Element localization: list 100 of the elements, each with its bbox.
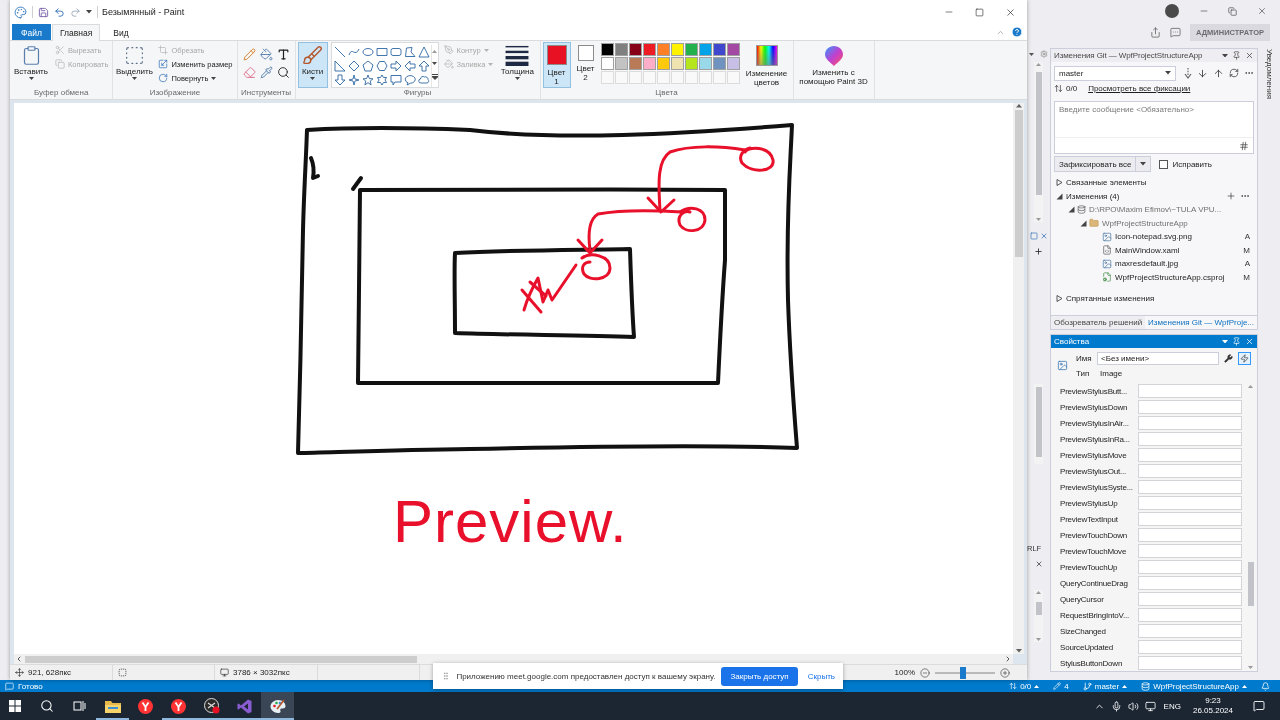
caret-icon[interactable] [1222,53,1228,58]
tree-item-label[interactable]: Icon-notepad.svg.png [1115,232,1192,242]
file-menu-tab[interactable]: Файл [12,24,51,40]
line-thickness-button[interactable]: Толщина [498,42,537,88]
color-swatch[interactable] [670,43,684,56]
scroll-up-icon[interactable] [1036,63,1041,66]
settings-icon[interactable] [1040,50,1048,58]
color-swatch[interactable] [614,43,628,56]
up-arrow-icon[interactable] [1213,67,1224,79]
caret-icon[interactable] [310,77,315,80]
color-swatch[interactable] [642,43,656,56]
up-arrow-shape-icon[interactable] [418,59,430,72]
tree-item-label[interactable]: D:\RPO\Maxim Efimov\~TULA VPU... [1089,205,1222,215]
notifications-tab[interactable]: Уведомления [1264,49,1274,100]
caret-icon[interactable] [1222,339,1228,344]
event-handler-field[interactable] [1138,528,1242,542]
color-swatch[interactable] [684,43,698,56]
hexagon-shape-icon[interactable] [376,59,388,72]
event-handler-field[interactable] [1138,464,1242,478]
color-swatch[interactable] [614,57,628,70]
clock-time[interactable]: 9:23 [1205,696,1221,706]
search-icon[interactable] [39,699,54,713]
task-view-icon[interactable] [73,700,86,712]
scroll-up-icon[interactable] [1036,591,1041,594]
microphone-icon[interactable] [1110,700,1122,712]
commit-all-button[interactable]: Зафиксировать все [1054,156,1152,172]
event-handler-field[interactable] [1138,656,1242,670]
grip-icon[interactable] [441,671,451,681]
expand-gallery-icon[interactable] [431,74,438,81]
left-arrow-shape-icon[interactable] [404,59,416,72]
hash-icon[interactable] [1239,140,1249,151]
commit-count[interactable]: 0/0 [1020,681,1032,691]
color-swatch[interactable] [670,57,684,70]
clock-date[interactable]: 26.05.2024 [1192,706,1233,716]
down-arrow-shape-icon[interactable] [334,73,346,86]
branch-name[interactable]: master [1094,681,1120,691]
tree-item-label[interactable]: MainWindow.xaml [1115,245,1180,255]
eraser-icon[interactable] [242,66,256,79]
tree-item-label[interactable]: Изменения (4) [1066,191,1120,201]
branch-icon[interactable] [1082,681,1092,691]
rectangle-shape-icon[interactable] [376,45,388,58]
bell-icon[interactable] [1261,681,1270,691]
repository-name[interactable]: WpfProjectStructureApp [1153,681,1239,691]
color-swatch[interactable] [712,43,726,56]
pin-icon[interactable] [1232,337,1241,346]
caret-up-icon[interactable] [1034,684,1040,688]
event-handler-field[interactable] [1138,624,1242,638]
scroll-down-icon[interactable] [432,62,437,65]
taskbar-app-button[interactable] [261,692,294,720]
panel-tab[interactable]: Обозреватель решений [1051,316,1146,329]
zoom-out-icon[interactable] [920,667,930,678]
amend-label[interactable]: Исправить [1172,159,1212,169]
right-arrow-shape-icon[interactable] [390,59,402,72]
save-icon[interactable] [38,6,49,18]
caret-icon[interactable] [131,77,137,80]
oval-shape-icon[interactable] [362,45,374,58]
windows-start-icon[interactable] [9,700,21,712]
language-indicator[interactable]: ENG [1163,701,1181,711]
restore-icon[interactable] [1228,6,1237,16]
panel-tab[interactable]: Изменения Git — WpfProje... [1145,316,1258,329]
five-point-star-shape-icon[interactable] [362,73,374,86]
undo-icon[interactable] [54,6,65,18]
oval-callout-shape-icon[interactable] [404,73,416,86]
zoom-slider-thumb[interactable] [960,666,967,679]
tree-expander-icon[interactable] [1056,295,1063,303]
event-handler-field[interactable] [1138,416,1242,430]
scroll-thumb[interactable] [1035,387,1042,457]
maximize-icon[interactable] [975,7,984,17]
rounded-rectangle-shape-icon[interactable] [390,45,402,58]
color-swatch[interactable] [726,57,740,70]
select-button[interactable]: Выделить [115,42,154,88]
scroll-thumb[interactable] [1247,562,1254,606]
event-handler-field[interactable] [1138,592,1242,606]
caret-icon[interactable] [1029,52,1034,56]
event-handler-field[interactable] [1138,480,1242,494]
name-field[interactable]: <Без имени> [1097,352,1219,365]
speaker-icon[interactable] [1127,700,1139,712]
refresh-icon[interactable] [1229,68,1239,78]
scroll-thumb[interactable] [25,655,417,663]
square-icon[interactable] [1029,232,1038,240]
close-icon[interactable] [1256,6,1267,16]
event-handler-field[interactable] [1138,560,1242,574]
pencil-icon[interactable] [242,48,256,61]
tree-item-label[interactable]: Связанные элементы [1066,178,1147,188]
six-point-star-shape-icon[interactable] [376,73,388,86]
color-swatch[interactable] [712,57,726,70]
diamond-shape-icon[interactable] [348,59,360,72]
event-handler-field[interactable] [1138,384,1242,398]
close-icon[interactable] [1005,6,1016,18]
event-handler-field[interactable] [1138,640,1242,654]
customize-caret-icon[interactable] [86,10,92,14]
color-swatch[interactable] [600,57,614,70]
branch-dropdown[interactable]: master [1054,65,1176,81]
commit-message-box[interactable]: Введите сообщение <Обязательно> [1054,101,1254,154]
tree-item-label[interactable]: WpfProjectStructureApp.csproj [1115,272,1225,282]
caret-icon[interactable] [514,77,520,80]
tree-item-label[interactable]: Спрятанные изменения [1066,294,1155,304]
event-handler-field[interactable] [1138,432,1242,446]
scroll-thumb[interactable] [1014,109,1023,257]
scroll-right-icon[interactable] [1004,655,1012,663]
